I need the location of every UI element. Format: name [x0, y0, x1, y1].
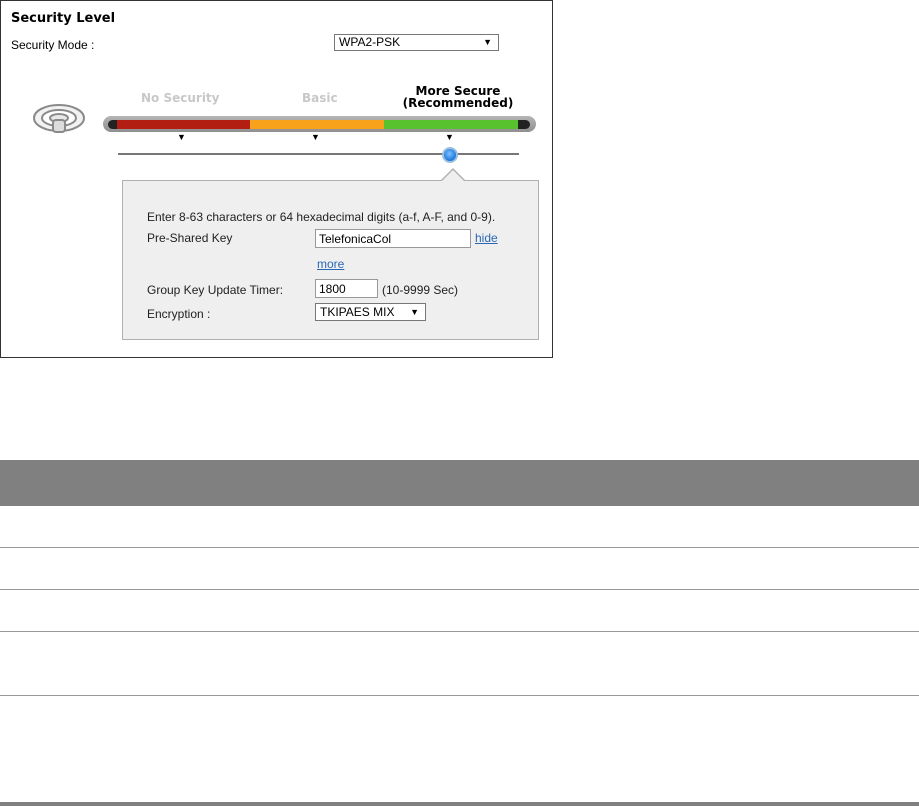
- level-slider-track: [118, 153, 519, 155]
- level-basic[interactable]: Basic: [302, 92, 338, 104]
- psk-hint-text: Enter 8-63 characters or 64 hexadecimal …: [147, 210, 496, 224]
- encryption-label: Encryption :: [147, 307, 211, 321]
- psk-input[interactable]: [315, 229, 471, 248]
- table-header: [0, 460, 919, 506]
- psk-label: Pre-Shared Key: [147, 231, 233, 245]
- bar-segment-red: [117, 120, 250, 129]
- encryption-value: TKIPAES MIX: [320, 305, 395, 319]
- details-notch-fill: [442, 170, 464, 181]
- panel-title: Security Level: [11, 11, 116, 26]
- table-bottom-border: [0, 802, 919, 806]
- encryption-select[interactable]: TKIPAES MIX ▼: [315, 303, 426, 321]
- level-more-secure-line2: (Recommended): [402, 96, 514, 110]
- dropdown-arrow-icon: ▼: [410, 307, 419, 317]
- table-row-divider: [0, 547, 919, 548]
- security-mode-value: WPA2-PSK: [339, 35, 401, 49]
- level-no-security[interactable]: No Security: [141, 92, 220, 104]
- table-row-divider: [0, 589, 919, 590]
- bar-segment-orange: [250, 120, 384, 129]
- table-row-divider: [0, 631, 919, 632]
- router-icon: [33, 104, 85, 133]
- level-slider-knob[interactable]: [442, 147, 458, 163]
- marker-no-security-icon: ▼: [177, 132, 186, 142]
- bar-segment-green: [384, 120, 519, 129]
- hide-link[interactable]: hide: [475, 231, 498, 245]
- group-key-timer-input[interactable]: [315, 279, 378, 298]
- more-link[interactable]: more: [317, 257, 344, 271]
- group-key-timer-label: Group Key Update Timer:: [147, 283, 284, 297]
- marker-more-secure-icon: ▼: [445, 132, 454, 142]
- security-mode-label: Security Mode :: [11, 38, 95, 52]
- security-mode-select[interactable]: WPA2-PSK ▼: [334, 34, 499, 51]
- group-key-timer-range: (10-9999 Sec): [382, 283, 459, 297]
- bar-end-right: [518, 120, 530, 129]
- level-more-secure[interactable]: More Secure (Recommended): [400, 85, 516, 109]
- dropdown-arrow-icon: ▼: [483, 37, 492, 47]
- table-row-divider: [0, 695, 919, 696]
- marker-basic-icon: ▼: [311, 132, 320, 142]
